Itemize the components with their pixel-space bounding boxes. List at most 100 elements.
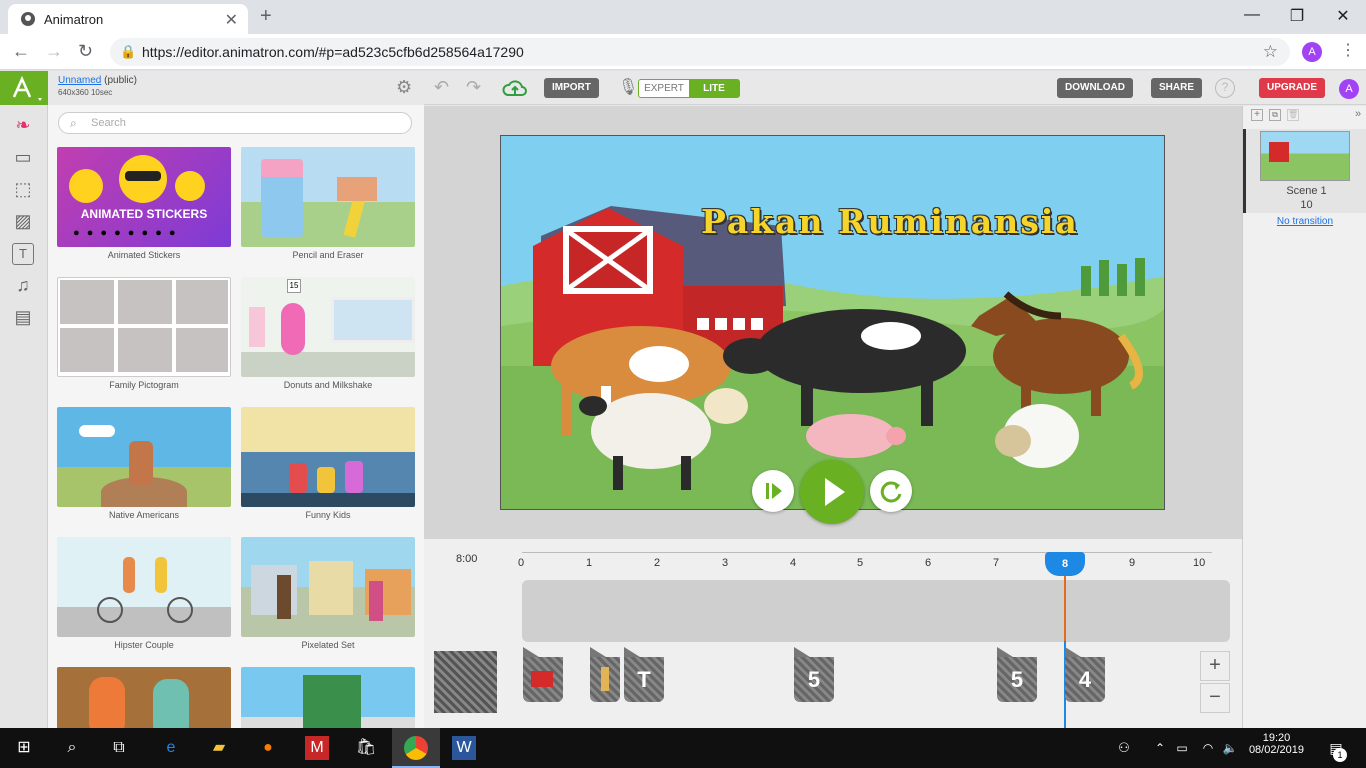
search-icon[interactable]: ⌕ xyxy=(60,736,84,760)
back-icon[interactable]: ← xyxy=(12,41,30,62)
library-item[interactable]: Hipster Couple xyxy=(57,537,231,650)
archive-icon[interactable]: ▤ xyxy=(12,307,34,329)
file-explorer-icon[interactable]: ▰ xyxy=(207,736,231,760)
store-icon[interactable]: 🛍 xyxy=(354,736,378,760)
battery-icon[interactable]: ▭ xyxy=(1170,736,1194,760)
tick-label: 5 xyxy=(857,557,864,569)
delete-scene-icon[interactable]: 🗑 xyxy=(1287,109,1299,121)
animatron-logo[interactable] xyxy=(0,71,48,105)
tab-close-icon[interactable]: ✕ xyxy=(225,10,238,30)
scene-item[interactable]: Scene 1 10 xyxy=(1243,129,1366,213)
text-icon[interactable]: T xyxy=(12,243,34,265)
step-play-button[interactable] xyxy=(752,470,794,512)
browser-profile-avatar[interactable]: A xyxy=(1302,42,1322,62)
undo-icon[interactable]: ↶ xyxy=(434,77,449,98)
music-icon[interactable]: ♫ xyxy=(12,275,34,297)
new-tab-button[interactable]: + xyxy=(260,5,272,28)
library-item[interactable]: Funny Kids xyxy=(241,407,415,520)
shapes-icon[interactable]: ⬚ xyxy=(12,179,34,201)
thumbnail xyxy=(57,277,231,377)
redo-icon[interactable]: ↷ xyxy=(466,77,481,98)
duplicate-scene-icon[interactable]: ⧉ xyxy=(1269,109,1281,121)
download-button[interactable]: DOWNLOAD xyxy=(1057,78,1133,98)
collapse-panel-icon[interactable]: » xyxy=(1355,108,1361,120)
keyframe-barn[interactable] xyxy=(523,647,563,702)
replay-button[interactable] xyxy=(870,470,912,512)
windows-start-icon[interactable]: ⊞ xyxy=(12,736,36,760)
share-button[interactable]: SHARE xyxy=(1151,78,1203,98)
library-item[interactable]: Pencil and Eraser xyxy=(241,147,415,260)
playhead-line xyxy=(1064,575,1066,641)
library-search-input[interactable]: ⌕ Search xyxy=(58,112,412,134)
lite-mode-option[interactable]: LITE xyxy=(689,80,739,97)
firefox-icon[interactable]: ● xyxy=(256,736,280,760)
mode-toggle[interactable]: EXPERT LITE xyxy=(638,79,740,98)
wifi-icon[interactable]: ◠ xyxy=(1196,736,1220,760)
help-icon[interactable]: ? xyxy=(1215,78,1235,98)
left-tool-sidebar: ❧ ▭ ⬚ ▨ T ♫ ▤ xyxy=(0,105,48,728)
people-icon[interactable]: ⚇ xyxy=(1112,736,1136,760)
tab-title: Animatron xyxy=(44,12,104,27)
keyframe-group[interactable]: 5 xyxy=(997,647,1037,702)
chrome-taskbar-active[interactable] xyxy=(392,728,440,768)
settings-gear-icon[interactable]: ⚙ xyxy=(396,77,412,98)
microphone-icon[interactable]: 🎙 xyxy=(618,77,638,97)
keyframe-character[interactable] xyxy=(590,647,620,702)
search-placeholder: Search xyxy=(91,117,126,129)
url-input[interactable]: 🔒 https://editor.animatron.com/#p=ad523c… xyxy=(110,38,1290,66)
browser-tab[interactable]: Animatron ✕ xyxy=(8,4,248,34)
system-clock[interactable]: 19:20 08/02/2019 xyxy=(1249,732,1304,756)
forward-icon[interactable]: → xyxy=(45,41,63,62)
characters-icon[interactable]: ❧ xyxy=(12,115,34,137)
library-item-label: Pixelated Set xyxy=(301,640,355,650)
minimize-button[interactable]: — xyxy=(1242,6,1262,24)
transition-link[interactable]: No transition xyxy=(1243,216,1366,227)
mcafee-icon[interactable]: M xyxy=(305,736,329,760)
clock-time: 19:20 xyxy=(1262,732,1291,744)
keyframe-group[interactable]: 4 xyxy=(1065,647,1105,702)
cloud-upload-icon[interactable] xyxy=(502,77,528,99)
maximize-button[interactable]: ❐ xyxy=(1287,6,1307,26)
import-button[interactable]: IMPORT xyxy=(544,78,599,98)
scene-layer-thumbnail[interactable] xyxy=(434,651,497,713)
zoom-in-button[interactable]: + xyxy=(1200,651,1230,681)
browser-menu-icon[interactable]: ⋮ xyxy=(1340,40,1356,60)
playhead-handle[interactable]: 8 xyxy=(1045,552,1085,576)
library-item[interactable]: Pixelated Set xyxy=(241,537,415,650)
window-close-button[interactable]: ✕ xyxy=(1333,6,1353,26)
timeline-ruler[interactable] xyxy=(522,543,1212,553)
library-item[interactable]: ANIMATED STICKERS ● ● ● ● ● ● ● ● Animat… xyxy=(57,147,231,260)
edge-icon[interactable]: e xyxy=(159,736,183,760)
library-item[interactable] xyxy=(57,667,231,728)
project-name-link[interactable]: Unnamed xyxy=(58,75,101,86)
library-item[interactable] xyxy=(241,667,415,728)
stage-canvas[interactable]: Pakan Ruminansia xyxy=(500,135,1165,510)
reload-icon[interactable]: ↻ xyxy=(78,41,93,62)
sticker-banner: ANIMATED STICKERS xyxy=(80,207,208,221)
stage-title-text[interactable]: Pakan Ruminansia xyxy=(701,202,1079,241)
user-avatar[interactable]: A xyxy=(1339,79,1359,99)
url-text: https://editor.animatron.com/#p=ad523c5c… xyxy=(142,44,524,60)
library-item-label: Animated Stickers xyxy=(107,250,181,260)
library-item[interactable]: Native Americans xyxy=(57,407,231,520)
keyframe-group[interactable]: 5 xyxy=(794,647,834,702)
timeline-track[interactable] xyxy=(522,580,1230,642)
tick-label: 4 xyxy=(790,557,797,569)
tray-chevron-icon[interactable]: ⌃ xyxy=(1148,736,1172,760)
library-item[interactable]: Family Pictogram xyxy=(57,277,231,390)
video-icon[interactable]: ▭ xyxy=(12,147,34,169)
expert-mode-option[interactable]: EXPERT xyxy=(639,80,689,97)
add-scene-icon[interactable]: + xyxy=(1251,109,1263,121)
upgrade-button[interactable]: UPGRADE xyxy=(1259,78,1326,98)
library-item[interactable]: 15 Donuts and Milkshake xyxy=(241,277,415,390)
tick-label: 0 xyxy=(518,557,525,569)
keyframe-text[interactable]: T xyxy=(624,647,664,702)
task-view-icon[interactable]: ⧉ xyxy=(107,736,131,760)
image-icon[interactable]: ▨ xyxy=(12,211,34,233)
volume-icon[interactable]: 🔈 xyxy=(1218,736,1242,760)
word-icon[interactable]: W xyxy=(452,736,476,760)
play-button[interactable] xyxy=(800,460,864,524)
zoom-out-button[interactable]: − xyxy=(1200,683,1230,713)
library-item-label: Donuts and Milkshake xyxy=(283,380,373,390)
bookmark-star-icon[interactable]: ☆ xyxy=(1263,42,1278,62)
